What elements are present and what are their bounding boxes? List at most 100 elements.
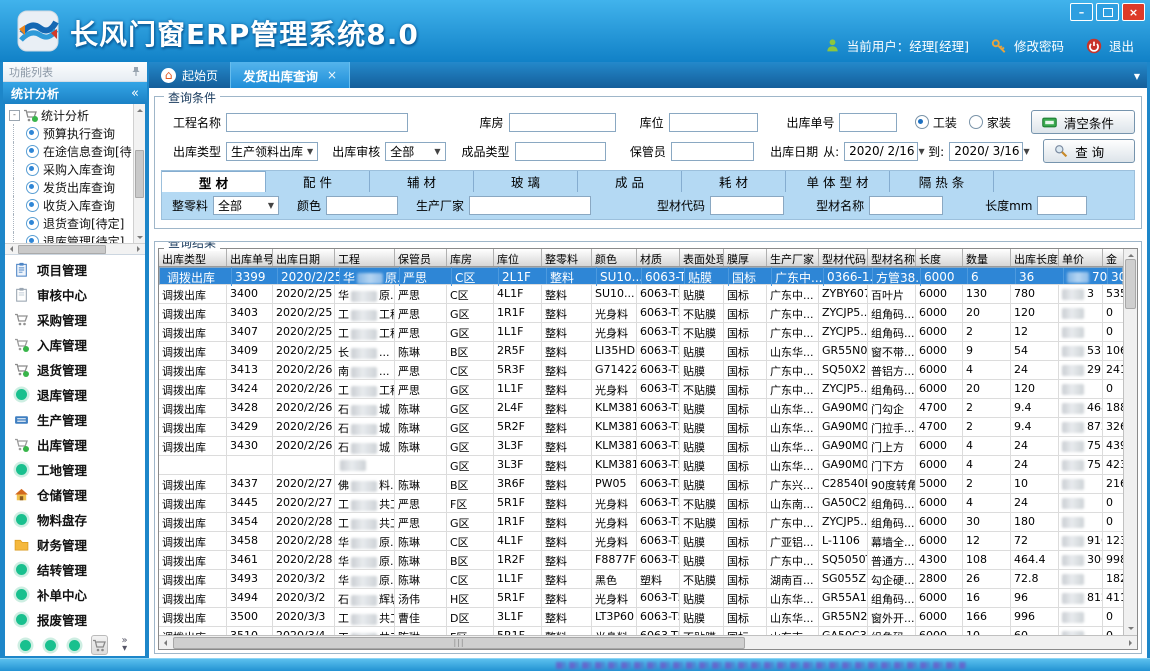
scroll-down-icon[interactable] — [137, 236, 143, 242]
green-dot-icon[interactable] — [43, 638, 58, 653]
material-tab-辅材[interactable]: 辅 材 — [370, 171, 474, 192]
tree-vertical-scrollbar[interactable] — [133, 104, 145, 244]
minimize-button[interactable]: – — [1070, 3, 1093, 21]
table-row[interactable]: 调拨出库33992020/2/25华原...严思C区2L1F整料SU10...6… — [159, 267, 1123, 285]
sidebar-item-仓储管理[interactable]: 仓储管理 — [5, 483, 145, 507]
sidebar-item-补单中心[interactable]: 补单中心 — [5, 583, 145, 607]
table-row[interactable]: 调拨出库34582020/2/28华原...陈琳C区4L1F整料光身料6063-… — [159, 532, 1123, 551]
table-row[interactable]: 调拨出库34032020/2/25工工程严思G区1R1F整料光身料6063-T5… — [159, 304, 1123, 323]
material-tab-配件[interactable]: 配 件 — [266, 171, 370, 192]
vscroll-thumb[interactable] — [1125, 259, 1136, 309]
material-tab-耗材[interactable]: 耗 材 — [682, 171, 786, 192]
logout-link[interactable]: 退出 — [1109, 36, 1134, 55]
tree-item[interactable]: 预算执行查询 — [5, 124, 145, 142]
tree-item[interactable]: 退货查询[待定] — [5, 214, 145, 232]
sidebar-item-审核中心[interactable]: 审核中心 — [5, 283, 145, 307]
column-header-膜厚[interactable]: 膜厚 — [724, 249, 767, 266]
search-button[interactable]: 查 询 — [1043, 139, 1135, 163]
close-button[interactable]: × — [1122, 3, 1145, 21]
table-row[interactable]: 调拨出库34002020/2/25华原...严思C区4L1F整料SU10...6… — [159, 285, 1123, 304]
table-vertical-scrollbar[interactable] — [1123, 249, 1137, 635]
date-to-picker[interactable]: 2020/ 3/16▼ — [949, 142, 1023, 161]
audit-select[interactable]: 全部▼ — [385, 142, 445, 161]
table-row[interactable]: 调拨出库34282020/2/26石城陈琳G区2L4F整料KLM38176063… — [159, 399, 1123, 418]
pin-icon[interactable] — [131, 66, 141, 77]
project-name-input[interactable] — [226, 113, 408, 132]
scroll-right-icon[interactable] — [1129, 640, 1135, 646]
table-row[interactable]: 调拨出库34542020/2/28工共工程严思G区1R1F整料光身料6063-T… — [159, 513, 1123, 532]
column-header-型材名称[interactable]: 型材名称 — [868, 249, 916, 266]
sidebar-item-项目管理[interactable]: 项目管理 — [5, 258, 145, 282]
color-input[interactable] — [326, 196, 398, 215]
tree-horizontal-scrollbar[interactable] — [5, 243, 145, 254]
tree-item[interactable]: 收货入库查询 — [5, 196, 145, 214]
sidebar-item-退货管理[interactable]: 退货管理 — [5, 358, 145, 382]
tree-vscroll-thumb[interactable] — [135, 150, 144, 198]
scroll-left-icon[interactable] — [7, 246, 13, 252]
tree-root-item[interactable]: -统计分析 — [5, 106, 145, 124]
scroll-right-icon[interactable] — [137, 246, 143, 252]
tree-item[interactable]: 采购入库查询 — [5, 160, 145, 178]
warehouse-input[interactable] — [509, 113, 616, 132]
out-type-select[interactable]: 生产领料出库▼ — [226, 142, 318, 161]
material-tab-成品[interactable]: 成 品 — [578, 171, 682, 192]
column-header-出库单号[interactable]: 出库单号 — [227, 249, 273, 266]
green-dot-icon[interactable] — [67, 638, 82, 653]
collapse-icon[interactable]: « — [131, 86, 139, 101]
scroll-down-icon[interactable] — [1128, 627, 1134, 633]
tab-close-icon[interactable]: × — [327, 68, 337, 82]
profile-code-input[interactable] — [710, 196, 784, 215]
column-header-出库类型[interactable]: 出库类型 — [159, 249, 227, 266]
table-row[interactable]: 调拨出库34932020/3/2华原...陈琳C区1L1F整料黑色塑料不贴膜国标… — [159, 570, 1123, 589]
change-password-link[interactable]: 修改密码 — [1014, 36, 1064, 55]
maker-input[interactable] — [469, 196, 591, 215]
profile-name-input[interactable] — [869, 196, 943, 215]
tree-item[interactable]: 发货出库查询 — [5, 178, 145, 196]
column-header-型材代码[interactable]: 型材代码 — [819, 249, 868, 266]
whole-part-select[interactable]: 全部▼ — [213, 196, 279, 215]
sidebar-item-生产管理[interactable]: 生产管理 — [5, 408, 145, 432]
maximize-button[interactable] — [1096, 3, 1119, 21]
table-row[interactable]: 调拨出库34092020/2/25长...陈琳B区2R5F整料LI35HD606… — [159, 342, 1123, 361]
clear-conditions-button[interactable]: 清空条件 — [1031, 110, 1135, 134]
radio-work-install[interactable] — [915, 115, 929, 129]
column-header-生产厂家[interactable]: 生产厂家 — [767, 249, 819, 266]
table-row[interactable]: G区3L3F整料KLM38176063-T5贴膜国标山东华...GA90M09.… — [159, 456, 1123, 475]
column-header-单价[interactable]: 单价 — [1059, 249, 1103, 266]
sidebar-item-工地管理[interactable]: 工地管理 — [5, 458, 145, 482]
sidebar-section-header[interactable]: 统计分析 « — [3, 82, 147, 104]
scroll-up-icon[interactable] — [1128, 251, 1134, 257]
hscroll-thumb[interactable]: ||| — [173, 637, 745, 649]
material-tab-单体型材[interactable]: 单 体 型 材 — [786, 171, 890, 192]
tab-list-caret-icon[interactable]: ▼ — [1134, 72, 1140, 81]
column-header-表面处理[interactable]: 表面处理 — [680, 249, 724, 266]
table-row[interactable]: 调拨出库34292020/2/26石城陈琳G区5R2F整料KLM38176063… — [159, 418, 1123, 437]
material-tab-隔热条[interactable]: 隔 热 条 — [890, 171, 994, 192]
sidebar-item-物料盘存[interactable]: 物料盘存 — [5, 508, 145, 532]
table-row[interactable]: 调拨出库34242020/2/26工工程严思G区1L1F整料光身料6063-T5… — [159, 380, 1123, 399]
chevron-more-icon[interactable]: »▾ — [117, 638, 132, 653]
tree-hscroll-thumb[interactable] — [18, 245, 106, 254]
table-row[interactable]: 调拨出库34132020/2/26南...严思C区5R3F整料G71422606… — [159, 361, 1123, 380]
tree-item[interactable]: 在途信息查询[待 — [5, 142, 145, 160]
column-header-库位[interactable]: 库位 — [494, 249, 542, 266]
column-header-金[interactable]: 金 — [1103, 249, 1123, 266]
column-header-出库日期[interactable]: 出库日期 — [273, 249, 335, 266]
keeper-input[interactable] — [671, 142, 754, 161]
column-header-颜色[interactable]: 颜色 — [592, 249, 637, 266]
column-header-数量[interactable]: 数量 — [963, 249, 1011, 266]
column-header-库房[interactable]: 库房 — [447, 249, 494, 266]
column-header-出库长度[interactable]: 出库长度 — [1011, 249, 1059, 266]
table-row[interactable]: 调拨出库34452020/2/27工共工程严思F区5R1F整料光身料6063-T… — [159, 494, 1123, 513]
tree-expander-icon[interactable]: - — [9, 110, 20, 121]
column-header-长度[interactable]: 长度 — [916, 249, 963, 266]
green-dot-icon[interactable] — [18, 638, 33, 653]
scroll-left-icon[interactable] — [161, 640, 167, 646]
column-header-整零料[interactable]: 整零料 — [542, 249, 592, 266]
radio-home-install[interactable] — [969, 115, 983, 129]
material-tab-型材[interactable]: 型 材 — [162, 171, 266, 192]
location-input[interactable] — [669, 113, 759, 132]
table-row[interactable]: 调拨出库35002020/3/3工共工程曹佳D区3L1F整料LT3P606063… — [159, 608, 1123, 627]
tab-shipping-query[interactable]: 发货出库查询 × — [230, 62, 350, 88]
product-type-input[interactable] — [515, 142, 606, 161]
